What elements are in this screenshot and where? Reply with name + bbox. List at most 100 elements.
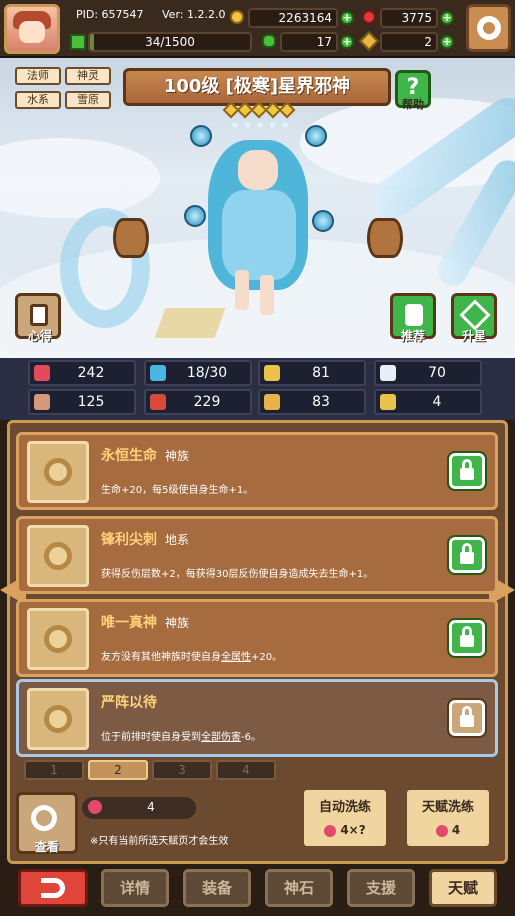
- avatar-face: [19, 21, 45, 43]
- star-rating: [222, 101, 305, 119]
- stat-value: 81: [312, 365, 330, 381]
- recommend-label: 推荐: [400, 329, 425, 343]
- talent-page-tab[interactable]: 1: [24, 760, 84, 780]
- add-key-button[interactable]: +: [440, 35, 454, 49]
- talent-kind: 神族: [165, 616, 190, 630]
- version-label: Ver: 1.2.2.0: [162, 8, 226, 21]
- talent-desc-part: 获得反伤层数+2，每获得30层反伤使自身造成失去生命+1。: [101, 569, 374, 580]
- prev-hero-button[interactable]: [113, 218, 149, 258]
- talent-icon: [27, 525, 89, 587]
- note-icon: [30, 304, 48, 326]
- stat-value: 4: [432, 394, 442, 410]
- add-clover-button[interactable]: +: [340, 35, 354, 49]
- talent-desc-part: 位于前排时使自身受到: [101, 732, 201, 743]
- add-gold-button[interactable]: +: [340, 11, 354, 25]
- water-drop-icon: [150, 365, 166, 381]
- hero-face: [238, 150, 278, 190]
- talent-reroll-cost: 4: [451, 823, 461, 837]
- talent-card[interactable]: 唯一真神 神族友方没有其他神族时使自身全属性+20。: [16, 599, 498, 677]
- scroll-icon: [264, 394, 280, 410]
- horseshoe-icon: [380, 394, 396, 410]
- stat-value: 70: [428, 365, 446, 381]
- talent-reroll-button[interactable]: 天赋洗练 4: [404, 787, 492, 849]
- page-note: ※只有当前所选天赋页才会生效: [90, 836, 229, 847]
- talent-desc: 获得反伤层数+2，每获得30层反伤使自身造成失去生命+1。: [101, 565, 373, 580]
- talent-desc-part: -6。: [241, 732, 261, 743]
- unlock-button[interactable]: [447, 698, 487, 738]
- cloud: [0, 138, 160, 218]
- count-box: 4: [82, 797, 196, 819]
- talent-title: 永恒生命 神族: [101, 445, 189, 465]
- fruit-icon: [435, 824, 448, 837]
- clover-amount: 17: [280, 32, 338, 52]
- lock-button[interactable]: [447, 451, 487, 491]
- gem-amount: 3775: [380, 8, 438, 28]
- nav-tab[interactable]: 神石: [265, 869, 333, 907]
- talent-page-tab[interactable]: 4: [216, 760, 276, 780]
- talent-card[interactable]: 严阵以待 位于前排时使自身受到全部伤害-6。: [16, 679, 498, 757]
- avatar[interactable]: [4, 4, 60, 54]
- stat-fist: 125: [28, 389, 136, 415]
- upgrade-star-label: 升星: [461, 329, 486, 343]
- talent-name: 唯一真神: [101, 615, 157, 631]
- hero-title: 100级 [极寒]星界邪神: [123, 68, 391, 106]
- thumbs-up-icon: [405, 304, 423, 326]
- lock-button[interactable]: [447, 618, 487, 658]
- stat-value: 242: [77, 365, 105, 381]
- stat-wing: 70: [374, 360, 482, 386]
- stat-horseshoe: 4: [374, 389, 482, 415]
- talent-desc-part: 生命+20，每5级使自身生命+1。: [101, 485, 254, 496]
- stat-book: 229: [144, 389, 252, 415]
- padlock-icon: [460, 468, 474, 480]
- notes-label: 心得: [27, 329, 52, 343]
- stat-value: 18/30: [186, 365, 228, 381]
- stat-shield: 81: [258, 360, 366, 386]
- return-arrow-icon: [41, 878, 65, 898]
- ice-crown: [232, 122, 288, 140]
- talent-kind: 地系: [165, 533, 190, 547]
- nav-tab[interactable]: 装备: [183, 869, 251, 907]
- talent-desc: 位于前排时使自身受到全部伤害-6。: [101, 728, 261, 743]
- gem-icon: [362, 10, 376, 24]
- talent-desc: 生命+20，每5级使自身生命+1。: [101, 481, 253, 496]
- help-label: 帮助: [402, 98, 424, 111]
- add-gem-button[interactable]: +: [440, 11, 454, 25]
- nav-tab[interactable]: 详情: [101, 869, 169, 907]
- auto-reroll-button[interactable]: 自动洗练 4×?: [301, 787, 389, 849]
- tag-terrain: 雪原: [65, 91, 111, 109]
- hero-dress: [222, 190, 296, 280]
- next-hero-button[interactable]: [367, 218, 403, 258]
- back-button[interactable]: [18, 869, 88, 907]
- talent-icon: [27, 608, 89, 670]
- talent-desc: 友方没有其他神族时使自身全属性+20。: [101, 648, 282, 663]
- talent-kind: 神族: [165, 449, 190, 463]
- tag-element: 水系: [15, 91, 61, 109]
- gear-icon: [477, 16, 501, 40]
- talent-desc-part: 友方没有其他神族时使自身: [101, 652, 221, 663]
- plus-cross-icon: [70, 34, 86, 50]
- talent-icon: [27, 441, 89, 503]
- lock-button[interactable]: [447, 535, 487, 575]
- heart-icon: [34, 365, 50, 381]
- magnifier-icon: [31, 805, 57, 831]
- ice-orb: [305, 125, 327, 147]
- stamina-fill: [90, 34, 94, 50]
- fist-icon: [34, 394, 50, 410]
- fruit-icon: [88, 800, 102, 814]
- stat-value: 229: [193, 394, 221, 410]
- stat-water-drop: 18/30: [144, 360, 252, 386]
- settings-button[interactable]: [466, 4, 511, 52]
- talent-name: 永恒生命: [101, 448, 157, 464]
- talent-card[interactable]: 锋利尖刺 地系 获得反伤层数+2，每获得30层反伤使自身造成失去生命+1。: [16, 516, 498, 594]
- talent-page-tab[interactable]: 2: [88, 760, 148, 780]
- nav-tab[interactable]: 支援: [347, 869, 415, 907]
- star-icon: [278, 101, 296, 119]
- talent-page-tab[interactable]: 3: [152, 760, 212, 780]
- emblem-icon: [44, 705, 72, 733]
- fruit-icon: [324, 824, 337, 837]
- stat-scroll: 83: [258, 389, 366, 415]
- key-amount: 2: [380, 32, 438, 52]
- nav-tab[interactable]: 天赋: [429, 869, 497, 907]
- emblem-icon: [44, 542, 72, 570]
- talent-card[interactable]: 永恒生命 神族生命+20，每5级使自身生命+1。: [16, 432, 498, 510]
